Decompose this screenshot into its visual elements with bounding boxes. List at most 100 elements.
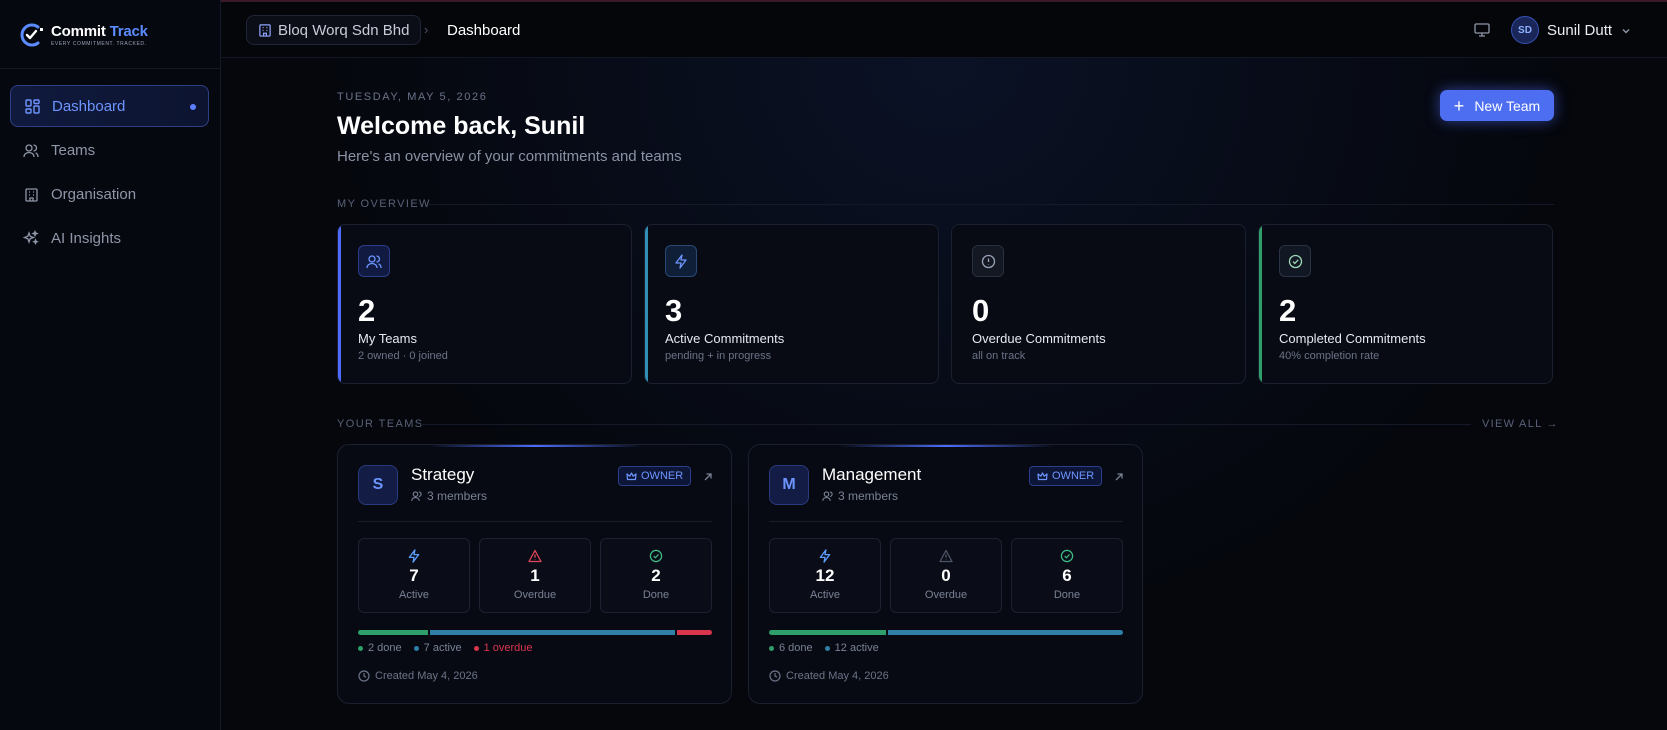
app-logo[interactable]: Commit Track EVERY COMMITMENT. TRACKED. [18,22,148,48]
user-name: Sunil Dutt [1547,21,1613,39]
breadcrumb-org-label: Bloq Worq Sdn Bhd [278,21,410,39]
team-members: 3 members [822,489,898,503]
legend-overdue: 1 overdue [473,642,533,654]
sidebar-item-ai-insights[interactable]: AI Insights [10,217,209,259]
stat-subtitle: 2 owned · 0 joined [358,350,448,362]
building-icon [23,186,39,202]
clock-icon [358,670,370,682]
team-members-count: 3 members [838,489,899,503]
stat-card-active-commitments[interactable]: 3 Active Commitments pending + in progre… [644,224,939,384]
team-members: 3 members [411,489,487,503]
bolt-icon [665,245,697,277]
progress-legend: 2 done 7 active 1 overdue [358,642,545,654]
legend-active: 7 active [413,642,462,654]
bolt-icon [818,549,832,563]
stat-value: 2 [1279,293,1297,328]
legend-done: 6 done [769,642,813,654]
crown-icon [1037,471,1048,482]
team-stat-value: 0 [941,566,951,585]
team-created-date: Created May 4, 2026 [375,670,478,682]
team-stat-done: 6 Done [1011,538,1123,613]
team-members-count: 3 members [427,489,488,503]
view-all-link[interactable]: VIEW ALL → [1482,418,1559,430]
team-avatar: S [358,465,398,505]
stat-title: Overdue Commitments [972,331,1106,346]
stat-subtitle: pending + in progress [665,350,772,362]
sidebar-nav: Dashboard Teams Organisation AI Insights [10,85,209,261]
bolt-icon [407,549,421,563]
sidebar-item-dashboard[interactable]: Dashboard [10,85,209,127]
divider [421,424,1471,425]
new-team-button[interactable]: + New Team [1440,90,1554,121]
card-accent [338,225,341,383]
warning-icon [528,549,542,563]
team-stat-active: 12 Active [769,538,881,613]
sidebar-item-label: AI Insights [51,229,122,247]
clock-icon [769,670,781,682]
page-title: Welcome back, Sunil [337,112,586,140]
monitor-icon[interactable] [1473,21,1491,39]
progress-done-segment [769,630,887,635]
legend-active: 12 active [824,642,879,654]
team-stat-value: 2 [651,566,661,585]
sidebar-item-label: Teams [51,141,96,159]
app-name: Commit Track [51,22,148,40]
team-avatar: M [769,465,809,505]
stat-card-completed-commitments[interactable]: 2 Completed Commitments 40% completion r… [1258,224,1553,384]
sidebar-item-teams[interactable]: Teams [10,129,209,171]
team-stat-value: 7 [409,566,419,585]
section-label-teams: YOUR TEAMS [337,418,424,430]
sidebar-item-label: Organisation [51,185,137,203]
section-label-overview: MY OVERVIEW [337,198,431,210]
team-created: Created May 4, 2026 [769,670,889,682]
stat-card-overdue-commitments[interactable]: 0 Overdue Commitments all on track [951,224,1246,384]
main-content: TUESDAY, MAY 5, 2026 Welcome back, Sunil… [221,58,1667,730]
warning-icon [939,549,953,563]
logo-mark-icon [18,22,45,48]
alert-circle-icon [972,245,1004,277]
sidebar-item-organisation[interactable]: Organisation [10,173,209,215]
owner-badge: OWNER [1029,466,1103,486]
team-stat-label: Done [1053,589,1081,601]
users-icon [23,142,39,158]
team-stat-overdue: 1 Overdue [479,538,591,613]
chevron-down-icon [1620,24,1632,36]
stat-value: 0 [972,293,990,328]
page-subtitle: Here's an overview of your commitments a… [337,148,682,165]
breadcrumb-org[interactable]: Bloq Worq Sdn Bhd [246,15,422,45]
user-menu-button[interactable]: SD Sunil Dutt [1511,16,1632,44]
external-link-icon[interactable] [702,470,714,482]
progress-legend: 6 done 12 active [769,642,891,654]
owner-badge-label: OWNER [1052,470,1095,482]
stat-subtitle: all on track [972,350,1026,362]
team-card-management[interactable]: M Management 3 members OWNER 12 Active 0… [748,444,1143,704]
team-name: Strategy [411,465,475,484]
check-circle-icon [649,549,663,563]
team-stat-label: Done [642,589,670,601]
card-glow [428,445,643,447]
owner-badge: OWNER [618,466,692,486]
card-accent [645,225,648,383]
external-link-icon[interactable] [1113,470,1125,482]
team-stat-value: 1 [530,566,540,585]
team-stat-value: 6 [1062,566,1072,585]
team-stat-label: Overdue [513,589,557,601]
progress-active-segment [430,630,675,635]
progress-active-segment [888,630,1123,635]
users-icon [411,490,423,502]
app-tagline: EVERY COMMITMENT. TRACKED. [51,40,147,47]
team-stat-done: 2 Done [600,538,712,613]
team-card-strategy[interactable]: S Strategy 3 members OWNER 7 Active 1 Ov… [337,444,732,704]
team-name: Management [822,465,922,484]
divider [429,204,1554,205]
check-circle-icon [1279,245,1311,277]
team-stat-overdue: 0 Overdue [890,538,1002,613]
legend-done: 2 done [358,642,402,654]
progress-bar [358,630,712,635]
card-accent [1259,225,1262,383]
stat-card-my-teams[interactable]: 2 My Teams 2 owned · 0 joined [337,224,632,384]
crown-icon [626,471,637,482]
current-date: TUESDAY, MAY 5, 2026 [337,91,488,103]
stat-title: Active Commitments [665,331,785,346]
new-team-label: New Team [1474,97,1541,114]
